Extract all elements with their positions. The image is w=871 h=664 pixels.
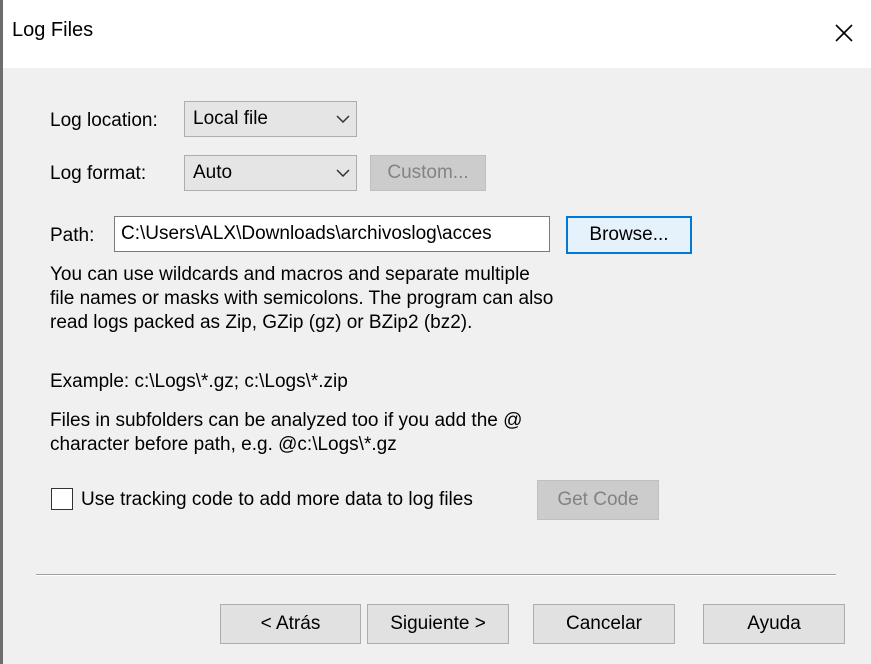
help-line-3: read logs packed as Zip, GZip (gz) or BZ… [50,312,473,333]
title-bar: Log Files [3,0,871,68]
cancel-button[interactable]: Cancelar [533,604,675,644]
subfolders-line-1: Files in subfolders can be analyzed too … [50,410,523,431]
close-button[interactable] [821,10,867,56]
close-icon [835,24,853,42]
log-location-value: Local file [193,108,268,129]
log-format-select[interactable]: Auto [184,155,357,191]
get-code-button[interactable]: Get Code [537,480,659,520]
help-line-2: file names or masks with semicolons. The… [50,288,554,309]
subfolders-line-2: character before path, e.g. @c:\Logs\*.g… [50,434,397,455]
path-input[interactable] [114,216,550,252]
tracking-label[interactable]: Use tracking code to add more data to lo… [81,489,473,511]
back-button[interactable]: < Atrás [220,604,361,644]
help-button[interactable]: Ayuda [703,604,845,644]
path-label: Path: [50,225,95,246]
chevron-down-icon [330,102,356,136]
footer-separator [36,574,836,576]
custom-button[interactable]: Custom... [370,155,486,191]
tracking-checkbox[interactable] [51,488,73,510]
subfolders-paragraph: Files in subfolders can be analyzed too … [50,409,522,457]
log-location-label: Log location: [50,110,158,131]
example-text: Example: c:\Logs\*.gz; c:\Logs\*.zip [50,371,348,392]
browse-button[interactable]: Browse... [566,216,692,254]
window-title: Log Files [12,19,94,41]
chevron-down-icon [330,156,356,190]
window-left-edge [0,0,3,664]
next-button[interactable]: Siguiente > [367,604,509,644]
log-files-dialog: Log Files Log location: Local file Log f… [0,0,871,664]
log-location-select[interactable]: Local file [184,101,357,137]
help-line-1: You can use wildcards and macros and sep… [50,264,530,285]
help-paragraph: You can use wildcards and macros and sep… [50,263,553,335]
log-format-label: Log format: [50,163,147,184]
log-format-value: Auto [193,162,233,183]
